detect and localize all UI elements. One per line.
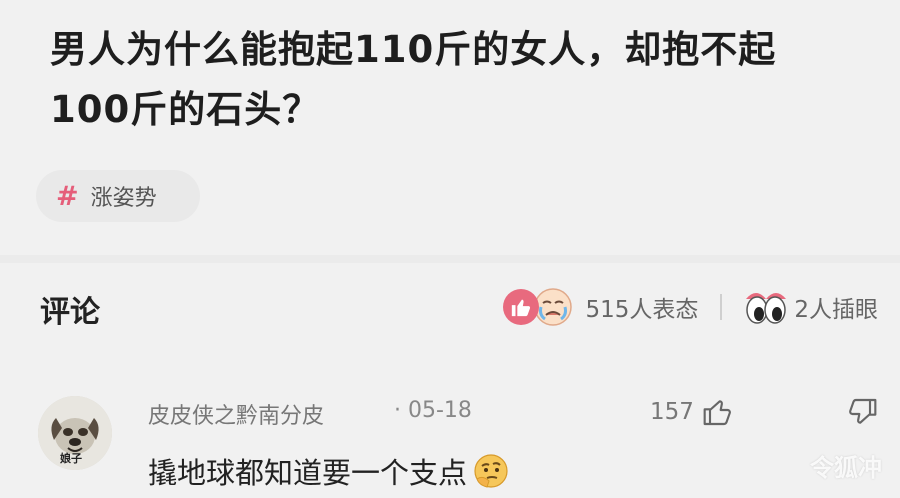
eyes-count: 2人插眼	[794, 297, 878, 323]
section-divider	[0, 255, 900, 263]
thinking-face-icon	[474, 454, 508, 488]
comment-like-count: 157	[650, 399, 694, 425]
thumbs-up-outline-icon	[703, 400, 731, 426]
thumbs-down-outline-icon	[849, 398, 877, 424]
crying-face-icon	[534, 288, 573, 326]
watermark-text: 令狐冲	[810, 454, 882, 482]
reaction-icons	[503, 285, 583, 329]
comment-date: · 05-18	[394, 398, 472, 423]
comment-like-button[interactable]: 157	[650, 396, 734, 428]
comment-text: 撬地球都知道要一个支点	[148, 450, 509, 492]
question-title: 男人为什么能抱起110斤的女人，却抱不起 100斤的石头？	[50, 20, 880, 140]
comment-author[interactable]: 皮皮侠之黔南分皮	[148, 398, 324, 430]
comments-title: 评论	[40, 295, 100, 330]
eyes-icon	[746, 293, 787, 324]
question-line-1: 男人为什么能抱起110斤的女人，却抱不起	[50, 28, 777, 71]
watermark: 令狐冲	[810, 448, 882, 483]
hashtag-icon: #	[56, 180, 79, 212]
avatar-caption: 娘子	[60, 452, 82, 465]
comment-body: 撬地球都知道要一个支点	[148, 456, 468, 490]
topic-tag[interactable]: # 涨姿势	[36, 170, 200, 222]
reactions-bar[interactable]: 515人表态 2人插眼	[503, 285, 878, 329]
comment-dislike-button[interactable]	[846, 396, 878, 432]
avatar[interactable]: 娘子	[38, 396, 112, 470]
topic-tag-label: 涨姿势	[90, 186, 157, 211]
reactions-separator	[720, 294, 723, 320]
reactions-count: 515人表态	[585, 297, 699, 323]
question-line-2: 100斤的石头？	[50, 88, 321, 131]
